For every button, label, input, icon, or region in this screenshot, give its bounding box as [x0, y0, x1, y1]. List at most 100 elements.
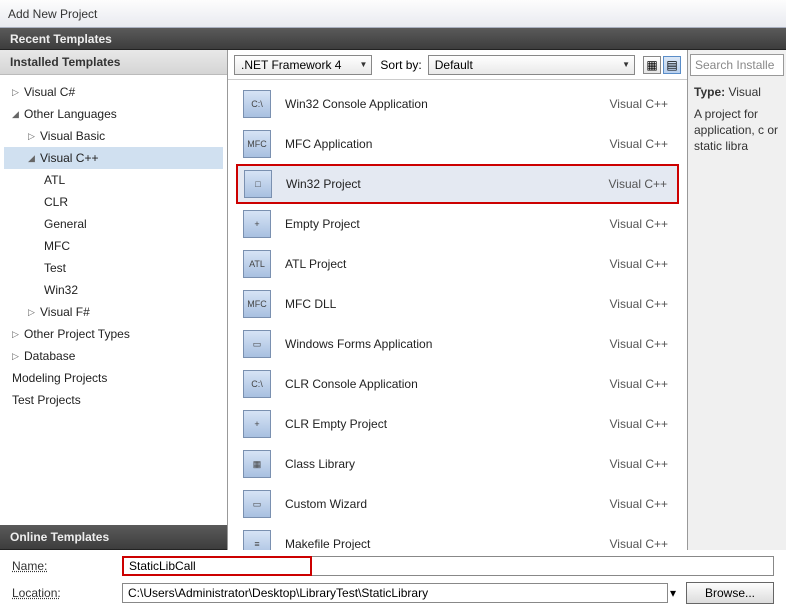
window-title: Add New Project — [8, 7, 97, 21]
expand-icon: ▷ — [12, 325, 22, 343]
template-lang: Visual C++ — [610, 217, 668, 231]
tree-database[interactable]: ▷Database — [4, 345, 223, 367]
template-lang: Visual C++ — [610, 377, 668, 391]
template-icon: + — [243, 210, 271, 238]
expand-icon: ▷ — [12, 347, 22, 365]
grid-small-icon: ▦ — [646, 58, 657, 72]
template-name: Win32 Console Application — [285, 97, 610, 111]
template-lang: Visual C++ — [610, 297, 668, 311]
template-icon: C:\ — [243, 370, 271, 398]
chevron-down-icon: ▼ — [622, 60, 630, 69]
template-lang: Visual C++ — [610, 417, 668, 431]
template-icon: ▭ — [243, 490, 271, 518]
template-lang: Visual C++ — [610, 97, 668, 111]
template-lang: Visual C++ — [610, 497, 668, 511]
tree-mfc[interactable]: MFC — [4, 235, 223, 257]
template-icon: C:\ — [243, 90, 271, 118]
template-row[interactable]: ATL ATL ProjectVisual C++ — [236, 244, 679, 284]
installed-templates-header[interactable]: Installed Templates — [0, 50, 227, 75]
tree-visual-csharp[interactable]: ▷Visual C# — [4, 81, 223, 103]
tree-visual-fsharp[interactable]: ▷Visual F# — [4, 301, 223, 323]
tree-test[interactable]: Test — [4, 257, 223, 279]
template-icon: □ — [244, 170, 272, 198]
location-label: Location: — [12, 586, 122, 600]
tree-general[interactable]: General — [4, 213, 223, 235]
template-name: MFC DLL — [285, 297, 610, 311]
tree-test-projects[interactable]: Test Projects — [4, 389, 223, 411]
template-lang: Visual C++ — [610, 257, 668, 271]
tree-visual-cpp[interactable]: ◢Visual C++ — [4, 147, 223, 169]
chevron-down-icon: ▼ — [359, 60, 367, 69]
sort-dropdown[interactable]: Default▼ — [428, 55, 635, 75]
tree-visual-basic[interactable]: ▷Visual Basic — [4, 125, 223, 147]
template-row[interactable]: ▭ Windows Forms ApplicationVisual C++ — [236, 324, 679, 364]
view-small-icons-button[interactable]: ▦ — [643, 56, 661, 74]
collapse-icon: ◢ — [28, 149, 38, 167]
template-icon: ▦ — [243, 450, 271, 478]
template-name: CLR Console Application — [285, 377, 610, 391]
browse-button[interactable]: Browse... — [686, 582, 774, 604]
filter-row: .NET Framework 4▼ Sort by: Default▼ ▦ ▤ — [228, 50, 687, 80]
tree-other-project-types[interactable]: ▷Other Project Types — [4, 323, 223, 345]
tree-atl[interactable]: ATL — [4, 169, 223, 191]
name-label: Name: — [12, 559, 122, 573]
template-row[interactable]: MFCMFC ApplicationVisual C++ — [236, 124, 679, 164]
expand-icon: ▷ — [28, 127, 38, 145]
template-lang: Visual C++ — [610, 457, 668, 471]
template-icon: MFC — [243, 130, 271, 158]
template-lang: Visual C++ — [610, 337, 668, 351]
template-name: ATL Project — [285, 257, 610, 271]
expand-icon: ▷ — [28, 303, 38, 321]
template-row[interactable]: + CLR Empty ProjectVisual C++ — [236, 404, 679, 444]
expand-icon: ▷ — [12, 83, 22, 101]
bottom-form: Name: Location: ▾ Browse... — [0, 550, 786, 604]
window-titlebar: Add New Project — [0, 0, 786, 28]
framework-dropdown[interactable]: .NET Framework 4▼ — [234, 55, 372, 75]
template-row[interactable]: C:\ CLR Console ApplicationVisual C++ — [236, 364, 679, 404]
center-panel: .NET Framework 4▼ Sort by: Default▼ ▦ ▤ … — [228, 50, 688, 550]
name-input[interactable] — [122, 556, 312, 576]
chevron-down-icon[interactable]: ▾ — [670, 586, 676, 600]
template-row[interactable]: C:\ Win32 Console ApplicationVisual C++ — [236, 84, 679, 124]
template-name: Win32 Project — [286, 177, 609, 191]
tree-other-languages[interactable]: ◢Other Languages — [4, 103, 223, 125]
right-panel: Search Installe Type: Visual A project f… — [688, 50, 786, 550]
recent-templates-header[interactable]: Recent Templates — [0, 28, 786, 50]
sort-label: Sort by: — [380, 58, 421, 72]
template-name: Windows Forms Application — [285, 337, 610, 351]
template-name: Custom Wizard — [285, 497, 610, 511]
template-icon: ATL — [243, 250, 271, 278]
collapse-icon: ◢ — [12, 105, 22, 123]
type-label: Type: — [694, 85, 725, 99]
template-row[interactable]: ▦Class LibraryVisual C++ — [236, 444, 679, 484]
template-icon: ▭ — [243, 330, 271, 358]
tree-modeling[interactable]: Modeling Projects — [4, 367, 223, 389]
search-input[interactable]: Search Installe — [690, 54, 784, 76]
tree-clr[interactable]: CLR — [4, 191, 223, 213]
template-icon: ≡ — [243, 530, 271, 550]
template-name: Empty Project — [285, 217, 610, 231]
description-text: A project for application, c or static l… — [694, 106, 780, 154]
template-icon: + — [243, 410, 271, 438]
location-input[interactable] — [122, 583, 668, 603]
template-name: Makefile Project — [285, 537, 610, 550]
template-list[interactable]: C:\Win32 Console ApplicationVisual C++MF… — [228, 80, 687, 550]
template-row[interactable]: □ Win32 ProjectVisual C++ — [236, 164, 679, 204]
type-value: Visual — [728, 85, 760, 99]
online-templates-header[interactable]: Online Templates — [0, 525, 227, 550]
left-panel: Installed Templates ▷Visual C# ◢Other La… — [0, 50, 228, 550]
view-large-icons-button[interactable]: ▤ — [663, 56, 681, 74]
grid-large-icon: ▤ — [666, 58, 677, 72]
template-name: CLR Empty Project — [285, 417, 610, 431]
template-name: MFC Application — [285, 137, 610, 151]
description-box: Type: Visual A project for application, … — [688, 76, 786, 162]
tree-win32[interactable]: Win32 — [4, 279, 223, 301]
template-lang: Visual C++ — [609, 177, 667, 191]
template-row[interactable]: ≡Makefile ProjectVisual C++ — [236, 524, 679, 550]
template-row[interactable]: MFC MFC DLLVisual C++ — [236, 284, 679, 324]
template-row[interactable]: + Empty ProjectVisual C++ — [236, 204, 679, 244]
name-input-ext[interactable] — [312, 556, 774, 576]
template-icon: MFC — [243, 290, 271, 318]
template-row[interactable]: ▭ Custom WizardVisual C++ — [236, 484, 679, 524]
template-tree: ▷Visual C# ◢Other Languages ▷Visual Basi… — [0, 75, 227, 525]
